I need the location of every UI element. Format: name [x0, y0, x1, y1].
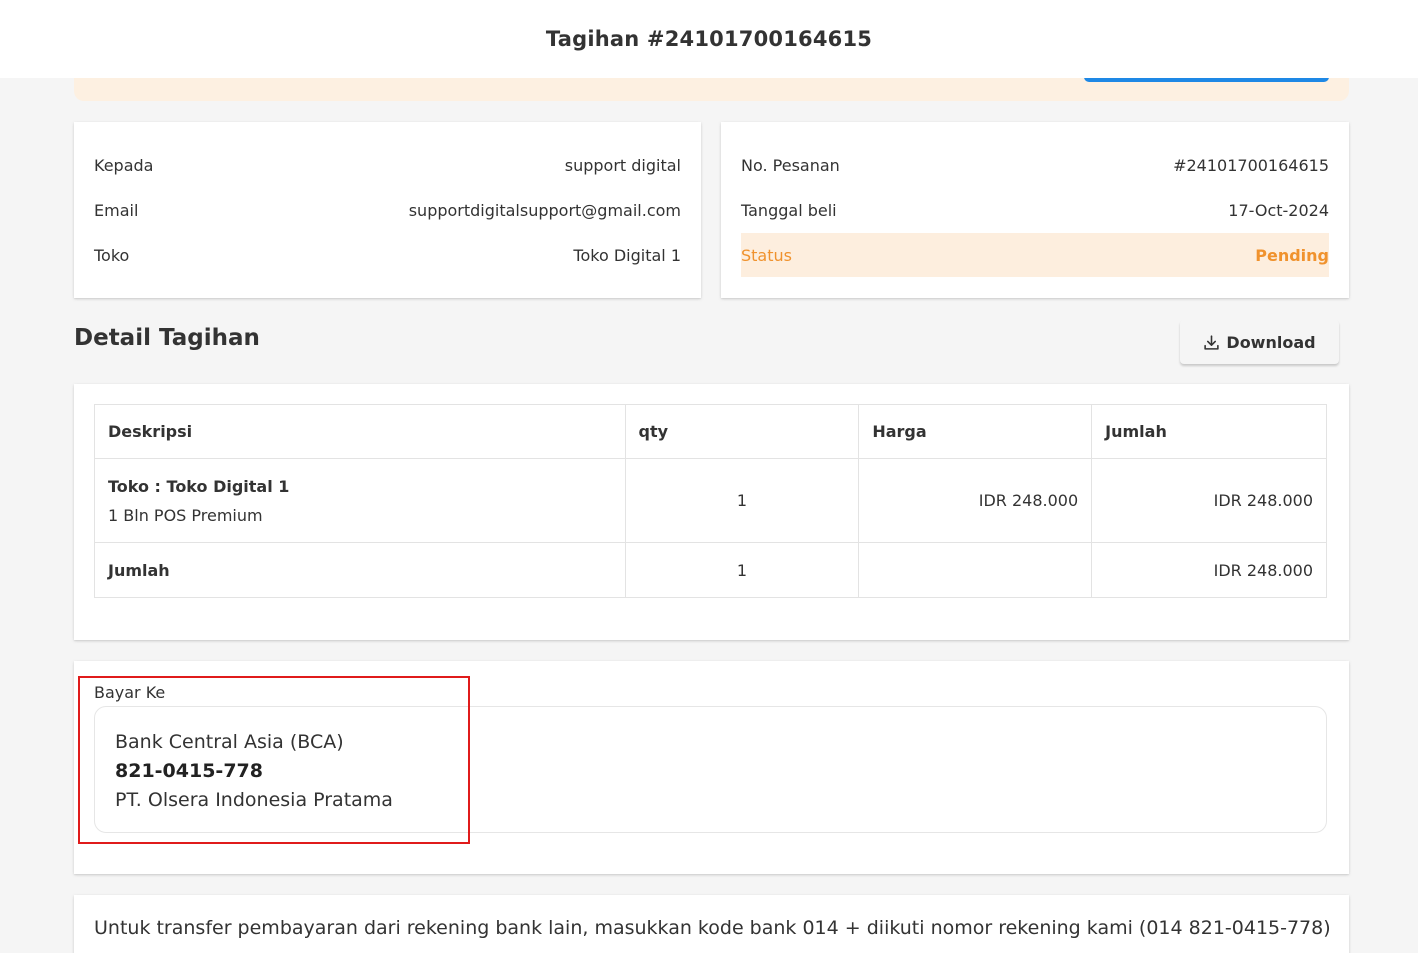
info-value: support digital [564, 155, 681, 175]
total-row: Jumlah 1 IDR 248.000 [94, 542, 1327, 598]
info-value: Toko Digital 1 [573, 245, 681, 265]
section-title: Detail Tagihan [74, 325, 260, 351]
order-row-date: Tanggal beli 17-Oct-2024 [741, 188, 1329, 232]
status-badge: Pending [1255, 245, 1329, 265]
table-header-row: Deskripsi qty Harga Jumlah [94, 404, 1327, 459]
order-info-card: No. Pesanan #24101700164615 Tanggal beli… [721, 122, 1349, 298]
order-row-number: No. Pesanan #24101700164615 [741, 143, 1329, 187]
page-title: Tagihan #24101700164615 [545, 27, 873, 51]
item-product: 1 Bln POS Premium [108, 505, 263, 525]
customer-info-card: Kepada support digital Email supportdigi… [74, 122, 701, 298]
invoice-items-card: Deskripsi qty Harga Jumlah Toko : Toko D… [74, 384, 1349, 640]
column-header-price: Harga [858, 404, 1093, 459]
transfer-note: Untuk transfer pembayaran dari rekening … [94, 917, 1331, 939]
total-price [858, 542, 1093, 598]
order-row-status: Status Pending [741, 233, 1329, 277]
item-store: Toko : Toko Digital 1 [108, 476, 290, 496]
transfer-note-card: Untuk transfer pembayaran dari rekening … [74, 895, 1349, 953]
info-label: Kepada [94, 155, 154, 175]
customer-row-store: Toko Toko Digital 1 [94, 233, 681, 277]
info-value: 17-Oct-2024 [1228, 200, 1329, 220]
column-header-qty: qty [624, 404, 860, 459]
total-label: Jumlah [94, 542, 626, 598]
info-label: Tanggal beli [741, 200, 837, 220]
download-button[interactable]: Download [1180, 320, 1339, 364]
info-label: Toko [94, 245, 130, 265]
status-label: Status [741, 245, 792, 265]
item-price: IDR 248.000 [858, 458, 1093, 543]
page-header: Tagihan #24101700164615 [0, 0, 1418, 78]
item-qty: 1 [624, 458, 860, 543]
annotation-highlight-box [78, 676, 470, 844]
item-description: Toko : Toko Digital 1 1 Bln POS Premium [94, 458, 626, 543]
download-icon [1204, 334, 1220, 350]
info-value: supportdigitalsupport@gmail.com [408, 200, 681, 220]
column-header-description: Deskripsi [94, 404, 626, 459]
download-label: Download [1226, 332, 1316, 352]
customer-row-recipient: Kepada support digital [94, 143, 681, 187]
column-header-amount: Jumlah [1091, 404, 1327, 459]
total-amount: IDR 248.000 [1091, 542, 1327, 598]
info-value: #24101700164615 [1173, 155, 1329, 175]
table-row: Toko : Toko Digital 1 1 Bln POS Premium … [94, 458, 1327, 543]
customer-row-email: Email supportdigitalsupport@gmail.com [94, 188, 681, 232]
total-qty: 1 [624, 542, 860, 598]
item-amount: IDR 248.000 [1091, 458, 1327, 543]
invoice-table: Deskripsi qty Harga Jumlah Toko : Toko D… [94, 404, 1327, 598]
info-label: Email [94, 200, 139, 220]
info-label: No. Pesanan [741, 155, 840, 175]
